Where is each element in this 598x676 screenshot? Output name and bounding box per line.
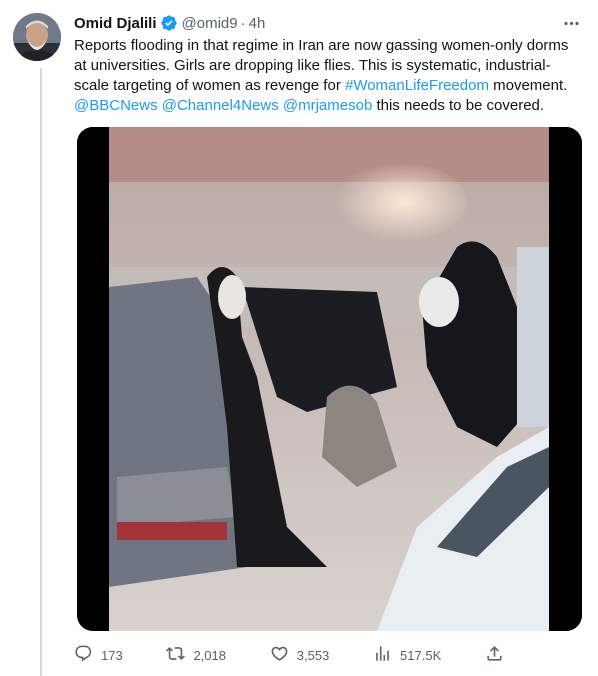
reply-count: 173 [101, 647, 123, 663]
thread-line [40, 68, 42, 676]
author-name[interactable]: Omid Djalili [74, 15, 157, 32]
more-icon[interactable] [560, 12, 582, 34]
heart-icon [270, 644, 289, 666]
like-count: 3,553 [296, 647, 330, 663]
tweet-text: Reports flooding in that regime in Iran … [74, 36, 574, 116]
mention-link-channel4news[interactable]: @Channel4News [162, 97, 279, 114]
hashtag-link[interactable]: #WomanLifeFreedom [345, 77, 489, 94]
author-handle[interactable]: @omid9 [182, 15, 238, 32]
views-count: 517.5K [400, 647, 442, 663]
tweet-header: Omid Djalili @omid9 · 4h [74, 13, 265, 33]
avatar[interactable] [13, 13, 61, 61]
share-button[interactable] [485, 644, 504, 666]
tweet-text-part3: this needs to be covered. [372, 97, 545, 114]
views-chart-icon [373, 644, 392, 666]
tweet-text-part2: movement. [488, 77, 568, 94]
retweet-icon [166, 644, 186, 666]
views-button[interactable]: 517.5K [373, 644, 441, 666]
retweet-count: 2,018 [193, 647, 226, 663]
reply-button[interactable]: 173 [74, 644, 123, 666]
retweet-button[interactable]: 2,018 [166, 644, 226, 666]
share-icon [485, 644, 504, 666]
mention-link-mrjamesob[interactable]: @mrjamesob [283, 97, 372, 114]
verified-badge-icon [160, 14, 178, 32]
like-button[interactable]: 3,553 [270, 644, 330, 666]
tweet-actions: 173 2,018 3,553 517.5K [74, 644, 504, 666]
header-separator: · [240, 14, 246, 32]
mention-link-bbcnews[interactable]: @BBCNews [74, 97, 158, 114]
timestamp[interactable]: 4h [249, 15, 266, 32]
video-player[interactable] [77, 127, 582, 631]
reply-icon [74, 644, 93, 666]
